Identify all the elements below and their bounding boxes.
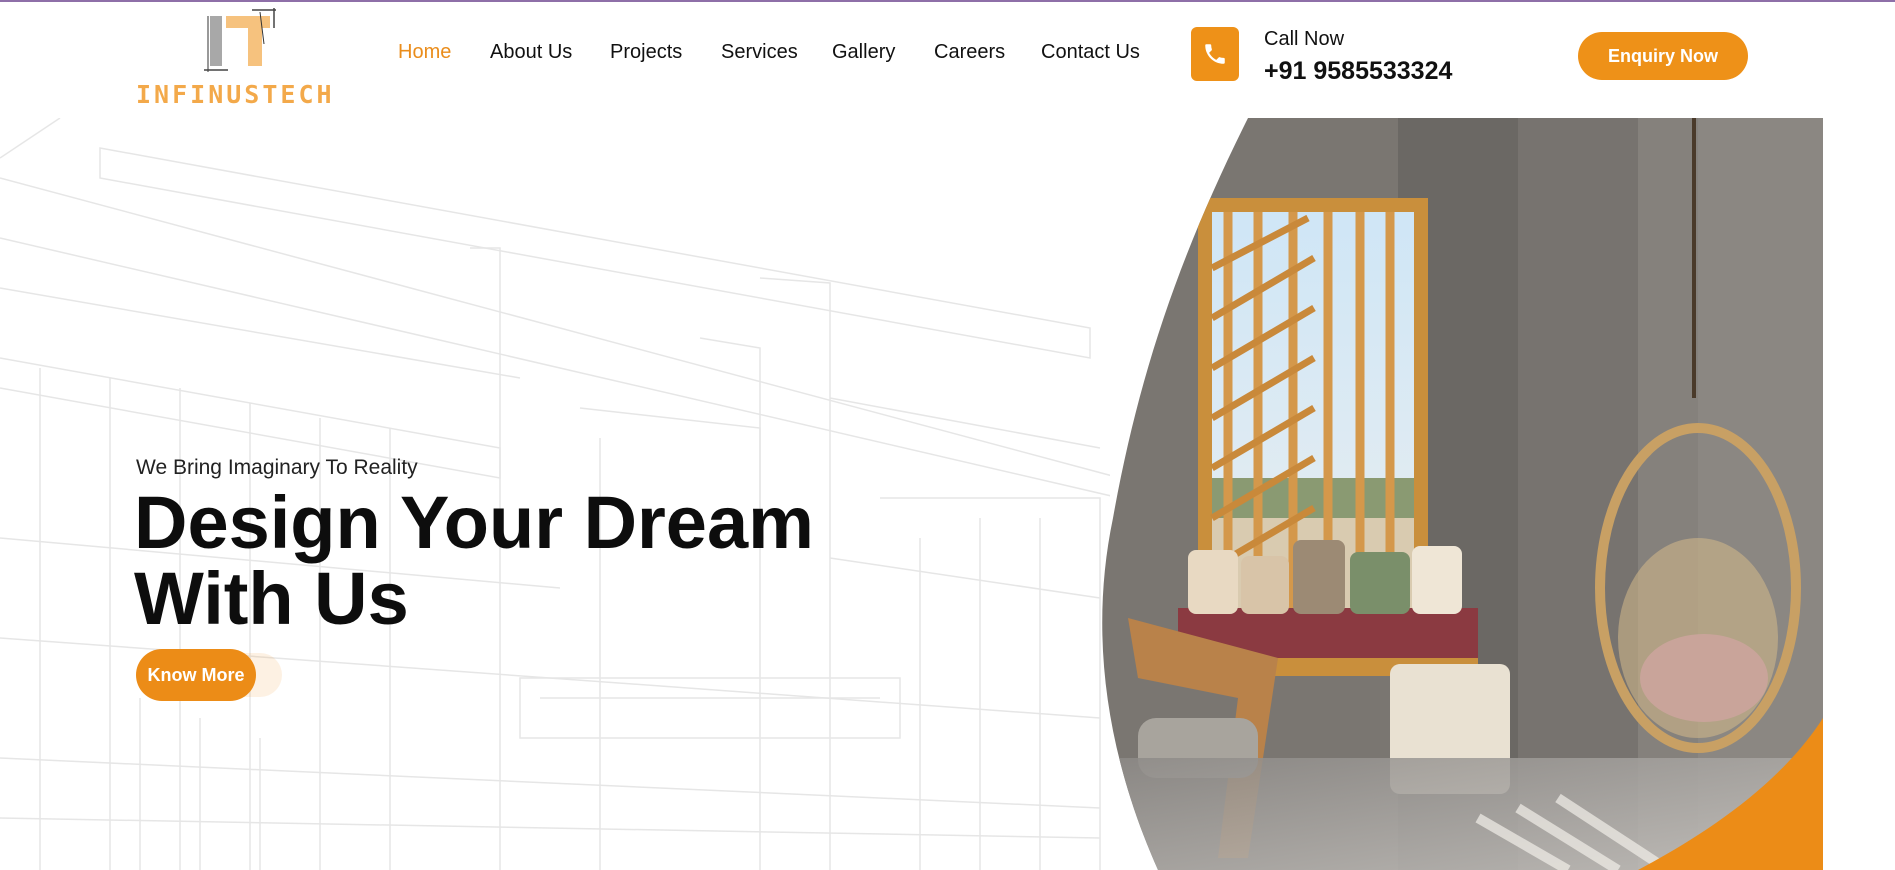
hero-headline-line-1: Design Your Dream	[134, 481, 814, 564]
enquiry-now-button[interactable]: Enquiry Now	[1578, 32, 1748, 80]
hero-interior-image	[1102, 118, 1823, 870]
nav-gallery[interactable]: Gallery	[832, 40, 895, 64]
hero-headline-line-2: With Us	[134, 557, 409, 640]
phone-icon[interactable]	[1191, 27, 1239, 81]
hero-section: We Bring Imaginary To Reality Design You…	[0, 118, 1895, 870]
phone-number[interactable]: +91 9585533324	[1264, 56, 1452, 86]
hero-tagline: We Bring Imaginary To Reality	[136, 456, 418, 479]
nav-about-us[interactable]: About Us	[490, 40, 572, 64]
hero-headline: Design Your Dream With Us	[134, 485, 834, 637]
nav-home[interactable]: Home	[398, 40, 451, 64]
nav-contact-us[interactable]: Contact Us	[1041, 40, 1140, 64]
nav-projects[interactable]: Projects	[610, 40, 682, 64]
site-header: INFINUSTECH Home About Us Projects Servi…	[0, 2, 1895, 118]
call-now-label: Call Now	[1264, 28, 1345, 50]
brand-name: INFINUSTECH	[136, 80, 335, 109]
brand-logo[interactable]: INFINUSTECH	[136, 6, 348, 109]
nav-careers[interactable]: Careers	[934, 40, 1005, 64]
logo-mark-icon	[204, 8, 276, 72]
nav-services[interactable]: Services	[721, 40, 798, 64]
know-more-button[interactable]: Know More	[136, 649, 256, 701]
